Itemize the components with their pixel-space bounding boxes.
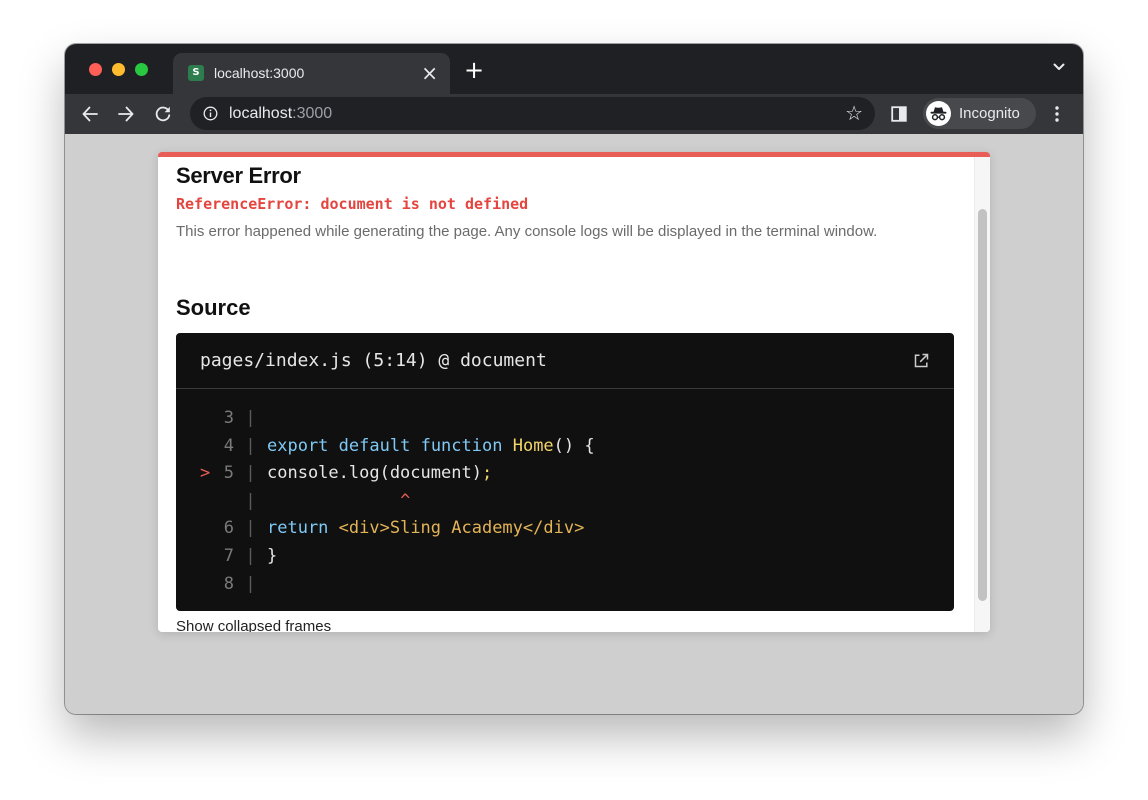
- error-description: This error happened while generating the…: [176, 223, 878, 240]
- arrow-left-icon[interactable]: [81, 105, 99, 123]
- url-port: :3000: [292, 105, 333, 122]
- url-text[interactable]: localhost:3000: [229, 105, 332, 123]
- gutter-divider: |: [245, 490, 256, 511]
- gutter-divider: |: [245, 518, 256, 539]
- line-number: 3: [223, 408, 234, 428]
- error-line-marker: >: [200, 463, 211, 484]
- line-number: 7: [223, 545, 234, 566]
- code-token: () {: [553, 435, 595, 456]
- chevron-down-icon[interactable]: [1053, 61, 1065, 73]
- address-bar[interactable]: localhost:3000 ☆: [190, 97, 875, 130]
- code-token: <div>Sling Academy</div>: [338, 518, 585, 539]
- code-token: console.log(document): [267, 463, 482, 484]
- line-number: 8: [223, 573, 234, 594]
- code-token: function: [420, 435, 503, 456]
- code-token: export: [267, 435, 329, 456]
- external-link-icon[interactable]: [912, 352, 930, 370]
- code-line: | ^: [200, 488, 595, 516]
- favicon-icon: S: [188, 65, 204, 81]
- gutter-divider: |: [245, 463, 256, 484]
- code-token: ;: [481, 463, 493, 484]
- code-token: ^: [400, 490, 411, 511]
- browser-window: S localhost:3000 × + localhost:3000 ☆ In…: [65, 44, 1083, 714]
- kebab-menu-icon[interactable]: [1052, 105, 1062, 123]
- zoom-window-button[interactable]: [135, 63, 148, 76]
- code-line: >5 | console.log(document);: [200, 460, 595, 488]
- error-message: ReferenceError: document is not defined: [176, 195, 529, 213]
- error-title: Server Error: [176, 163, 301, 188]
- code-token: Home: [512, 435, 554, 456]
- code-line: 4 | export default function Home() {: [200, 433, 595, 461]
- code-line: 8 |: [200, 571, 595, 599]
- tab-title: localhost:3000: [214, 65, 305, 81]
- page-viewport: Server Error ReferenceError: document is…: [65, 134, 1083, 714]
- minimize-window-button[interactable]: [112, 63, 125, 76]
- code-token: return: [267, 518, 329, 539]
- line-number: 4: [223, 435, 234, 456]
- gutter-divider: |: [245, 573, 256, 594]
- profile-button[interactable]: Incognito: [923, 98, 1036, 129]
- arrow-right-icon[interactable]: [117, 105, 135, 123]
- code-frame-file-link[interactable]: pages/index.js (5:14) @ document: [200, 350, 547, 372]
- scrollbar-track[interactable]: [974, 157, 990, 632]
- info-icon[interactable]: [203, 106, 218, 121]
- code-frame-header: pages/index.js (5:14) @ document: [176, 333, 954, 389]
- active-tab[interactable]: S localhost:3000 ×: [173, 53, 450, 94]
- code-frame: pages/index.js (5:14) @ document 3 | 4 | exp…: [176, 333, 954, 611]
- show-collapsed-frames-button[interactable]: Show collapsed frames: [176, 618, 331, 632]
- scrollbar-thumb[interactable]: [978, 209, 987, 601]
- gutter-divider: |: [245, 408, 256, 428]
- code-token: default: [338, 435, 411, 456]
- browser-toolbar: localhost:3000 ☆ Incognito: [65, 94, 1083, 134]
- close-window-button[interactable]: [89, 63, 102, 76]
- code-lines: 3 | 4 | export default function Home() {>5 | c…: [200, 405, 595, 598]
- profile-label: Incognito: [959, 105, 1020, 122]
- gutter-divider: |: [245, 435, 256, 456]
- error-overlay: Server Error ReferenceError: document is…: [158, 152, 990, 632]
- line-number: 5: [223, 463, 234, 484]
- line-number: 6: [223, 518, 234, 539]
- tab-strip: S localhost:3000 × +: [65, 44, 1083, 94]
- tab-close-button[interactable]: ×: [421, 62, 438, 84]
- reload-icon[interactable]: [154, 105, 172, 123]
- new-tab-button[interactable]: +: [464, 57, 484, 83]
- code-line: 6 | return <div>Sling Academy</div>: [200, 515, 595, 543]
- url-host: localhost: [229, 105, 293, 122]
- gutter-divider: |: [245, 545, 256, 566]
- star-icon[interactable]: ☆: [845, 103, 863, 124]
- code-line: 3 |: [200, 405, 595, 433]
- code-line: 7 |}: [200, 543, 595, 571]
- source-title: Source: [176, 295, 251, 320]
- code-token: }: [267, 545, 278, 566]
- incognito-icon: [926, 101, 951, 126]
- side-panel-icon[interactable]: [891, 106, 907, 122]
